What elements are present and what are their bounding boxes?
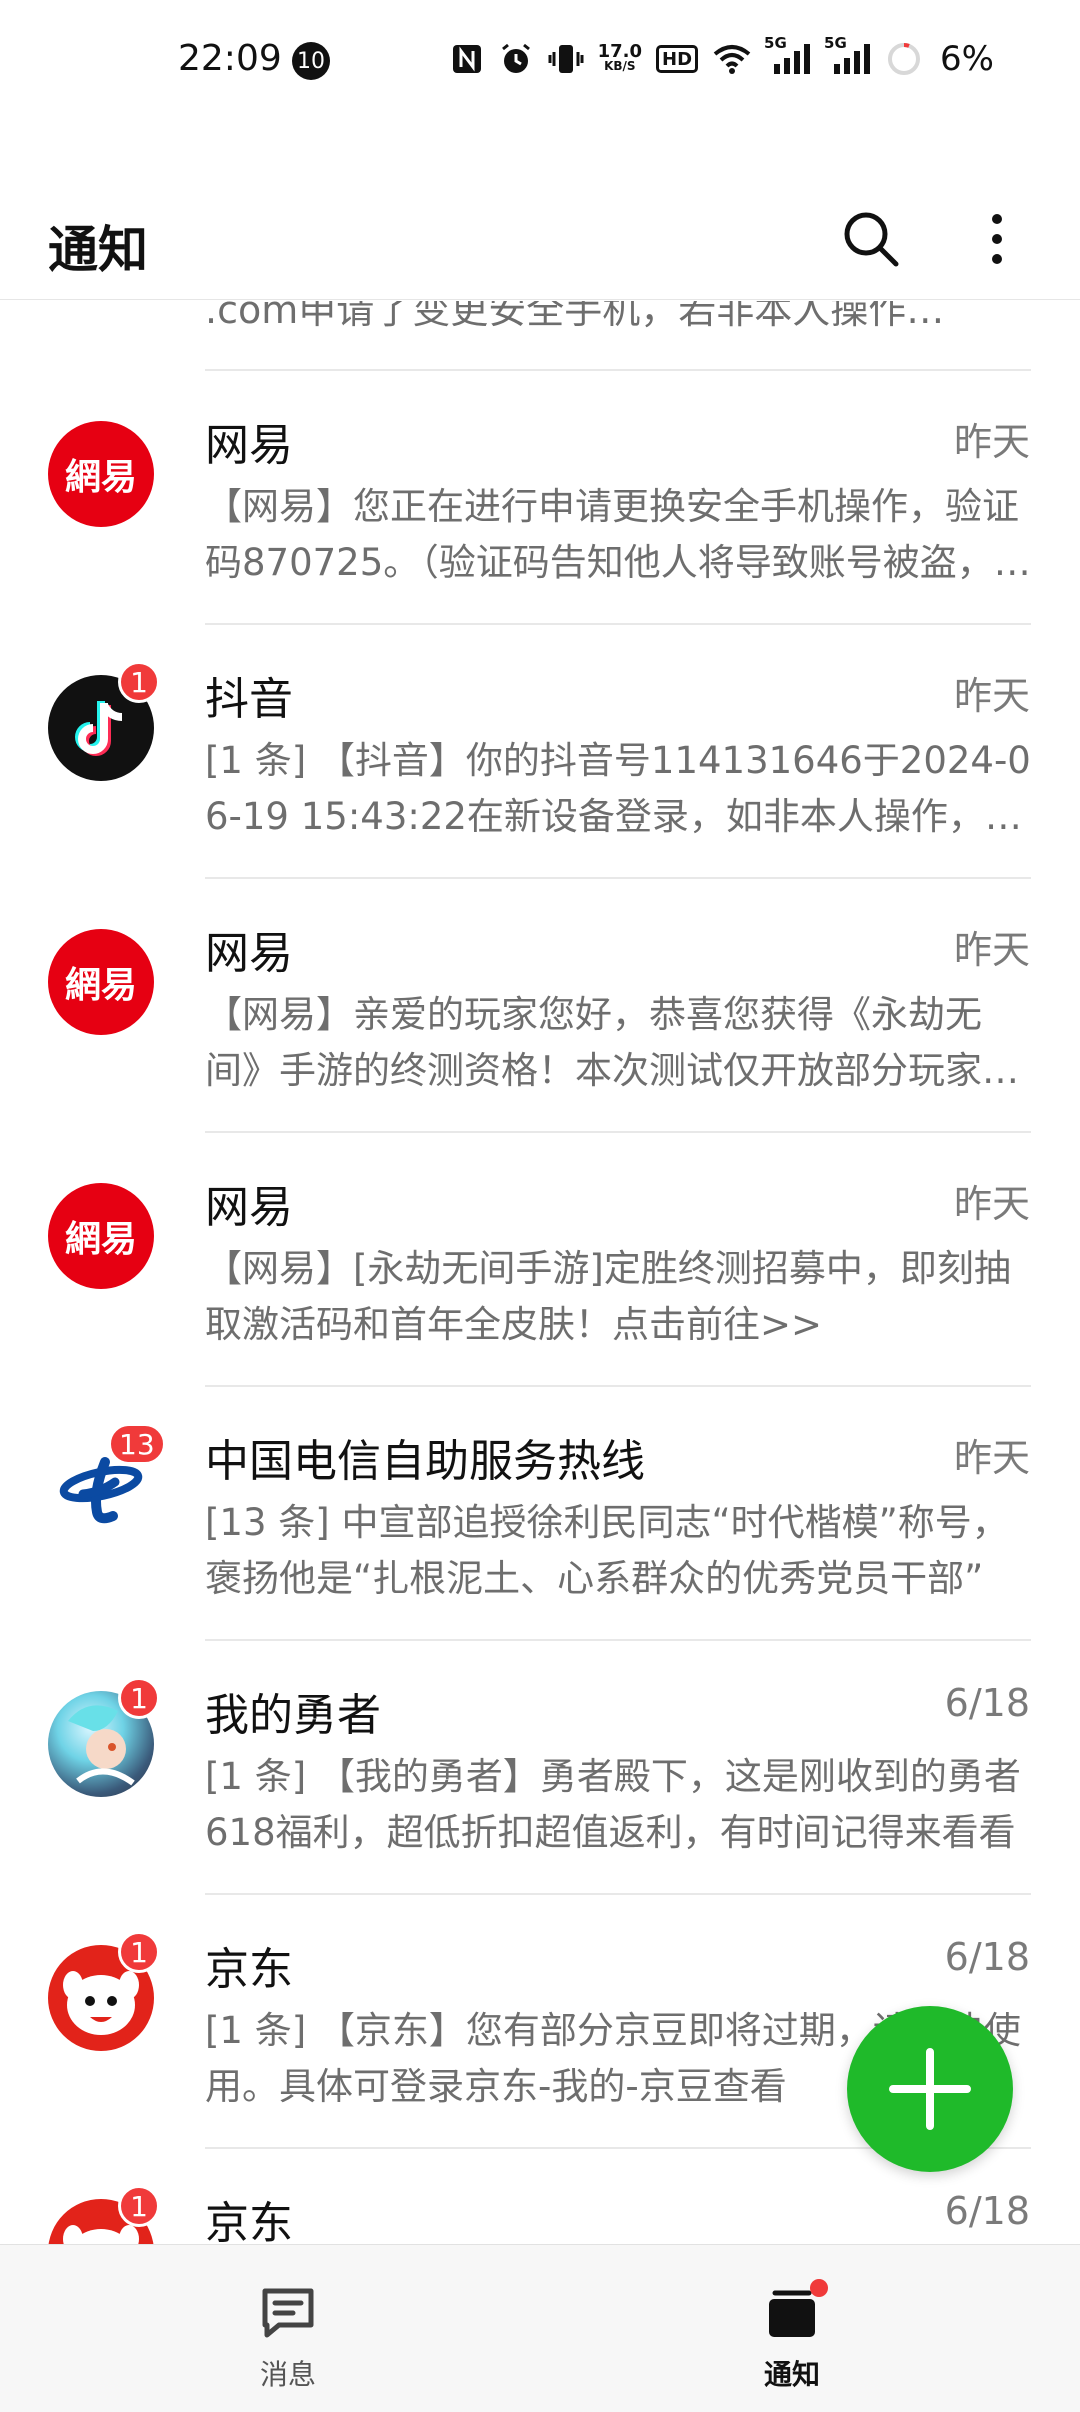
- notification-list[interactable]: .com申请了变更安全手机，若非本人操作… 網易 网易 昨天 【网易】您正在进行…: [0, 301, 1080, 2244]
- vibrate-icon: [548, 41, 584, 77]
- sim2-label: 5G: [824, 34, 847, 52]
- sender-name: 我的勇者: [205, 1690, 381, 1741]
- status-icons: 17.0 KB/S HD 5G 5G 6%: [450, 34, 994, 84]
- new-indicator-dot: [810, 2279, 828, 2297]
- message-preview: [1 条] 【我的勇者】勇者殿下，这是刚收到的勇者618福利，超低折扣超值返利，…: [205, 1755, 1021, 1854]
- notification-count-badge: 10: [292, 42, 330, 80]
- message-preview: [1 条] 【抖音】你的抖音号114131646于2024-06-19 15:4…: [205, 739, 1031, 838]
- sender-name: 网易: [205, 1182, 293, 1233]
- signal-icon-sim1: 5G: [764, 36, 812, 76]
- avatar: 1: [48, 661, 160, 781]
- timestamp: 6/18: [944, 1935, 1030, 1979]
- plus-icon: [889, 2048, 971, 2130]
- message-preview: 【网易】您正在进行申请更换安全手机操作，验证码870725。（验证码告知他人将导…: [205, 485, 1031, 584]
- list-item[interactable]: 1 抖音 昨天 [1 条] 【抖音】你的抖音号114131646于2024-06…: [0, 625, 1080, 879]
- sender-name: 网易: [205, 420, 293, 471]
- timestamp: 6/18: [944, 2189, 1030, 2233]
- sender-name: 京东: [205, 1944, 293, 1995]
- sender-name: 京东: [205, 2198, 293, 2244]
- nav-messages[interactable]: 消息: [188, 2245, 388, 2412]
- more-options-button[interactable]: [962, 204, 1032, 274]
- avatar: 網易: [48, 1183, 154, 1289]
- timestamp: 昨天: [953, 1436, 1030, 1480]
- list-item[interactable]: 1 我的勇者 6/18 [1 条] 【我的勇者】勇者殿下，这是刚收到的勇者618…: [0, 1641, 1080, 1895]
- net-speed: 17.0 KB/S: [597, 41, 643, 74]
- list-item[interactable]: 13 中国电信自助服务热线 昨天 [13 条] 中宣部追授徐利民同志“时代楷模”…: [0, 1387, 1080, 1641]
- status-time: 22:09: [178, 38, 282, 79]
- battery-icon: [886, 41, 922, 77]
- partial-list-item-preview[interactable]: .com申请了变更安全手机，若非本人操作…: [205, 301, 1031, 371]
- avatar-logo-text: 網易: [64, 965, 137, 1006]
- timestamp: 昨天: [953, 674, 1030, 718]
- nfc-icon: [450, 42, 484, 76]
- avatar: 13: [48, 1423, 166, 1543]
- message-preview: 【网易】[永劫无间手游]定胜终测招募中，即刻抽取激活码和首年全皮肤！点击前往>>: [205, 1247, 1011, 1346]
- avatar: 網易: [48, 421, 154, 527]
- netease-logo-icon: 網易: [48, 421, 154, 527]
- sender-name: 中国电信自助服务热线: [205, 1436, 645, 1487]
- wifi-icon: [712, 42, 752, 76]
- netease-logo-icon: 網易: [48, 1183, 154, 1289]
- avatar: 1: [48, 1931, 160, 2051]
- battery-percent: 6%: [940, 39, 994, 79]
- list-item[interactable]: 網易 网易 昨天 【网易】[永劫无间手游]定胜终测招募中，即刻抽取激活码和首年全…: [0, 1133, 1080, 1387]
- avatar-logo-text: 網易: [64, 1219, 137, 1260]
- status-bar: 22:09 10 17.0 KB/S HD 5G 5G 6%: [0, 0, 1080, 120]
- net-speed-value: 17.0: [597, 41, 643, 62]
- new-message-fab[interactable]: [847, 2006, 1013, 2172]
- unread-badge: 1: [118, 1677, 160, 1719]
- search-icon: [844, 212, 899, 267]
- sender-name: 抖音: [205, 674, 293, 725]
- net-speed-unit: KB/S: [604, 59, 636, 73]
- sim1-label: 5G: [764, 34, 787, 52]
- sender-name: 网易: [205, 928, 293, 979]
- unread-badge: 1: [118, 1931, 160, 1973]
- signal-icon-sim2: 5G: [824, 36, 872, 76]
- page-title: 通知: [48, 221, 148, 279]
- nav-notifications[interactable]: 通知: [692, 2245, 892, 2412]
- nav-notifications-label: 通知: [763, 2358, 820, 2391]
- unread-badge: 1: [118, 661, 160, 703]
- timestamp: 昨天: [953, 928, 1030, 972]
- avatar-logo-text: 網易: [64, 457, 137, 498]
- avatar: 1: [48, 1677, 160, 1797]
- alarm-icon: [498, 41, 534, 77]
- timestamp: 昨天: [953, 1182, 1030, 1226]
- nav-messages-label: 消息: [259, 2358, 316, 2391]
- timestamp: 昨天: [953, 420, 1030, 464]
- search-button[interactable]: [836, 204, 906, 274]
- list-item[interactable]: 網易 网易 昨天 【网易】您正在进行申请更换安全手机操作，验证码870725。（…: [0, 371, 1080, 625]
- avatar: 1: [48, 2185, 160, 2244]
- bottom-navigation: 消息 通知: [0, 2244, 1080, 2412]
- hd-label: HD: [662, 48, 693, 70]
- list-item[interactable]: 網易 网易 昨天 【网易】亲爱的玩家您好，恭喜您获得《永劫无间》手游的终测资格！…: [0, 879, 1080, 1133]
- more-vertical-icon: [992, 214, 1002, 264]
- unread-badge: 1: [118, 2185, 160, 2227]
- hd-icon: HD: [656, 45, 699, 73]
- timestamp: 6/18: [944, 1681, 1030, 1725]
- unread-badge: 13: [108, 1423, 166, 1465]
- avatar: 網易: [48, 929, 154, 1035]
- netease-logo-icon: 網易: [48, 929, 154, 1035]
- message-preview: 【网易】亲爱的玩家您好，恭喜您获得《永劫无间》手游的终测资格！本次测试仅开放部分…: [205, 993, 1019, 1092]
- notification-box-icon: [762, 2279, 828, 2343]
- message-preview: [13 条] 中宣部追授徐利民同志“时代楷模”称号，褒扬他是“扎根泥土、心系群众…: [205, 1501, 1009, 1600]
- app-header: 通知: [0, 180, 1080, 300]
- message-icon: [258, 2283, 318, 2343]
